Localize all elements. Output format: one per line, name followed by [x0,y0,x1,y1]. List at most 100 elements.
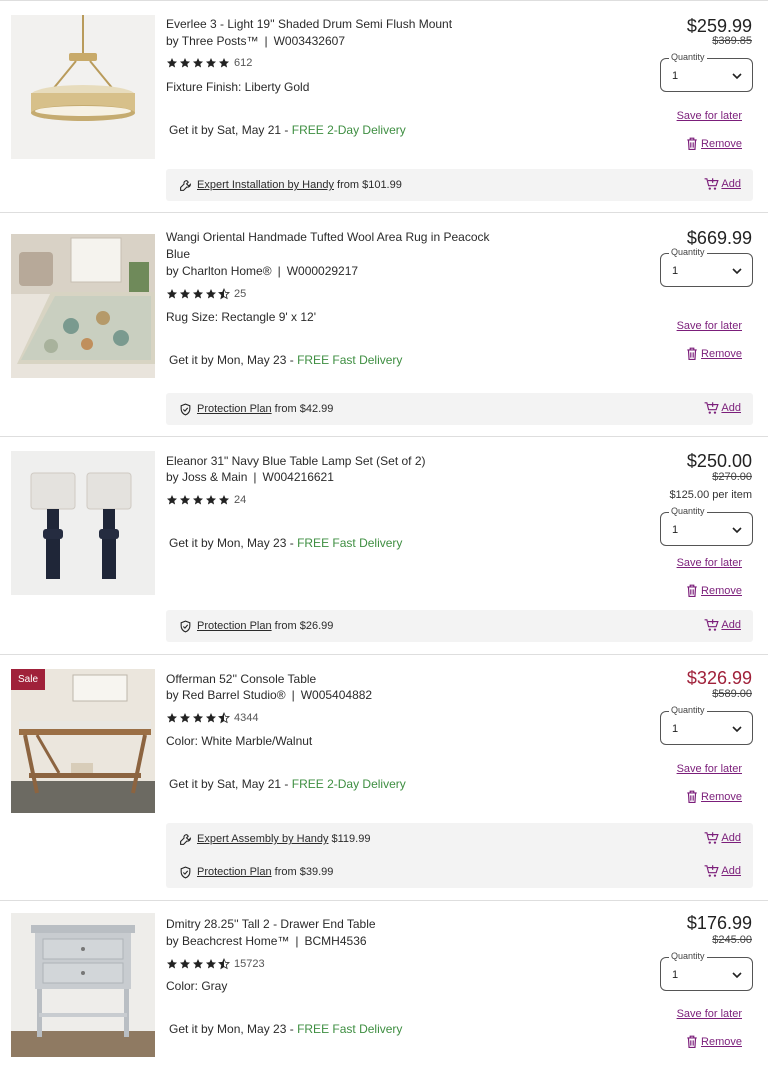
service-link[interactable]: Expert Installation by Handy [197,179,334,191]
brand-name[interactable]: by Joss & Main [166,470,247,484]
remove-label: Remove [701,584,742,597]
product-title-link[interactable]: Dmitry 28.25'' Tall 2 - Drawer End Table [166,916,496,933]
quantity-select[interactable]: Quantity 1 [660,247,753,287]
free-delivery-label: FREE 2-Day Delivery [291,123,406,137]
delivery-estimate: Get it by Mon, May 23 - FREE Fast Delive… [169,353,402,367]
half-star-icon [218,958,230,970]
add-service-button[interactable]: Add [704,831,741,845]
add-service-button[interactable]: Add [704,401,741,415]
add-label: Add [721,832,741,844]
save-for-later-link[interactable]: Save for later [677,1008,742,1020]
price: $326.99 [686,668,752,688]
sku: W004216621 [262,470,334,484]
remove-button[interactable]: Remove [686,1035,742,1048]
product-title-link[interactable]: Wangi Oriental Handmade Tufted Wool Area… [166,229,496,263]
remove-button[interactable]: Remove [686,584,742,597]
add-label: Add [721,619,741,631]
semi-flush-mount-light-image[interactable] [11,15,155,159]
quantity-value: 1 [672,524,679,536]
delivery-estimate: Get it by Mon, May 23 - FREE Fast Delive… [169,536,402,550]
product-option: Fixture Finish: Liberty Gold [166,80,310,94]
table-lamp-set-image[interactable] [11,451,155,595]
rating[interactable]: 612 [166,57,252,69]
service-row: Expert Assembly by Handy $119.99 Add [166,823,753,855]
quantity-value: 1 [672,265,679,277]
add-service-button[interactable]: Add [704,864,741,878]
add-service-button[interactable]: Add [704,177,741,191]
rating[interactable]: 4344 [166,712,258,724]
star-icon [167,289,177,299]
save-for-later-link[interactable]: Save for later [677,557,742,569]
add-label: Add [721,402,741,414]
service-row: Protection Plan from $42.99 Add [166,393,753,425]
star-rating [166,494,231,506]
quantity-select[interactable]: Quantity 1 [660,506,753,546]
remove-button[interactable]: Remove [686,347,742,360]
star-icon [180,959,190,969]
remove-button[interactable]: Remove [686,790,742,803]
product-title-link[interactable]: Eleanor 31" Navy Blue Table Lamp Set (Se… [166,453,496,470]
wrench-icon [180,180,191,191]
rating[interactable]: 24 [166,494,246,506]
remove-button[interactable]: Remove [686,137,742,150]
cart-add-icon [704,402,720,414]
chevron-down-icon [732,73,742,80]
service-link[interactable]: Protection Plan [197,403,272,415]
console-table-image[interactable]: Sale [11,669,155,813]
quantity-select[interactable]: Quantity 1 [660,705,753,745]
area-rug-image[interactable] [11,234,155,378]
service-row: Expert Installation by Handy from $101.9… [166,169,753,201]
star-rating [166,57,231,69]
delivery-date: Get it by Mon, May 23 - [169,536,294,550]
cart-item: Sale Offerman 52'' Console Table by Red Ba… [0,654,768,900]
product-title-link[interactable]: Offerman 52'' Console Table [166,671,496,688]
chevron-down-icon [732,527,742,534]
star-icon [206,959,216,969]
star-icon [206,713,216,723]
service-link[interactable]: Protection Plan [197,620,272,632]
star-icon [180,58,190,68]
quantity-select[interactable]: Quantity 1 [660,52,753,92]
star-icon [193,959,203,969]
separator: | [277,264,281,278]
save-for-later-link[interactable]: Save for later [677,320,742,332]
quantity-label: Quantity [669,705,707,715]
delivery-date: Get it by Sat, May 21 - [169,777,289,791]
save-for-later-link[interactable]: Save for later [677,763,742,775]
star-icon [167,495,177,505]
rating[interactable]: 15723 [166,958,265,970]
review-count: 25 [234,288,247,300]
separator: | [295,934,299,948]
star-icon [206,495,216,505]
trash-icon [687,1035,697,1048]
separator: | [264,34,268,48]
save-for-later-link[interactable]: Save for later [677,110,742,122]
add-service-button[interactable]: Add [704,618,741,632]
brand-name[interactable]: by Charlton Home® [166,264,272,278]
separator: | [291,688,295,702]
product-option: Color: White Marble/Walnut [166,734,313,748]
product-brand-line: by Three Posts™ | W003432607 [166,34,345,48]
rating[interactable]: 25 [166,288,246,300]
cart-add-icon [704,178,720,190]
remove-label: Remove [701,347,742,360]
service-link[interactable]: Expert Assembly by Handy [197,833,328,845]
brand-name[interactable]: by Red Barrel Studio® [166,688,286,702]
original-price: $589.00 [712,688,752,700]
end-table-image[interactable] [11,913,155,1057]
service-link[interactable]: Protection Plan [197,866,272,878]
sku: W003432607 [273,34,345,48]
star-rating [166,712,231,724]
product-title-link[interactable]: Everlee 3 - Light 19'' Shaded Drum Semi … [166,16,496,33]
trash-icon [687,790,697,803]
shield-check-icon [180,403,191,416]
star-icon [180,289,190,299]
brand-name[interactable]: by Beachcrest Home™ [166,934,289,948]
sale-badge: Sale [11,669,46,690]
quantity-select[interactable]: Quantity 1 [660,951,753,991]
service-text: Protection Plan from $42.99 [197,403,333,415]
delivery-date: Get it by Sat, May 21 - [169,123,289,137]
brand-name[interactable]: by Three Posts™ [166,34,258,48]
delivery-date: Get it by Mon, May 23 - [169,353,294,367]
service-price: $119.99 [331,833,371,845]
